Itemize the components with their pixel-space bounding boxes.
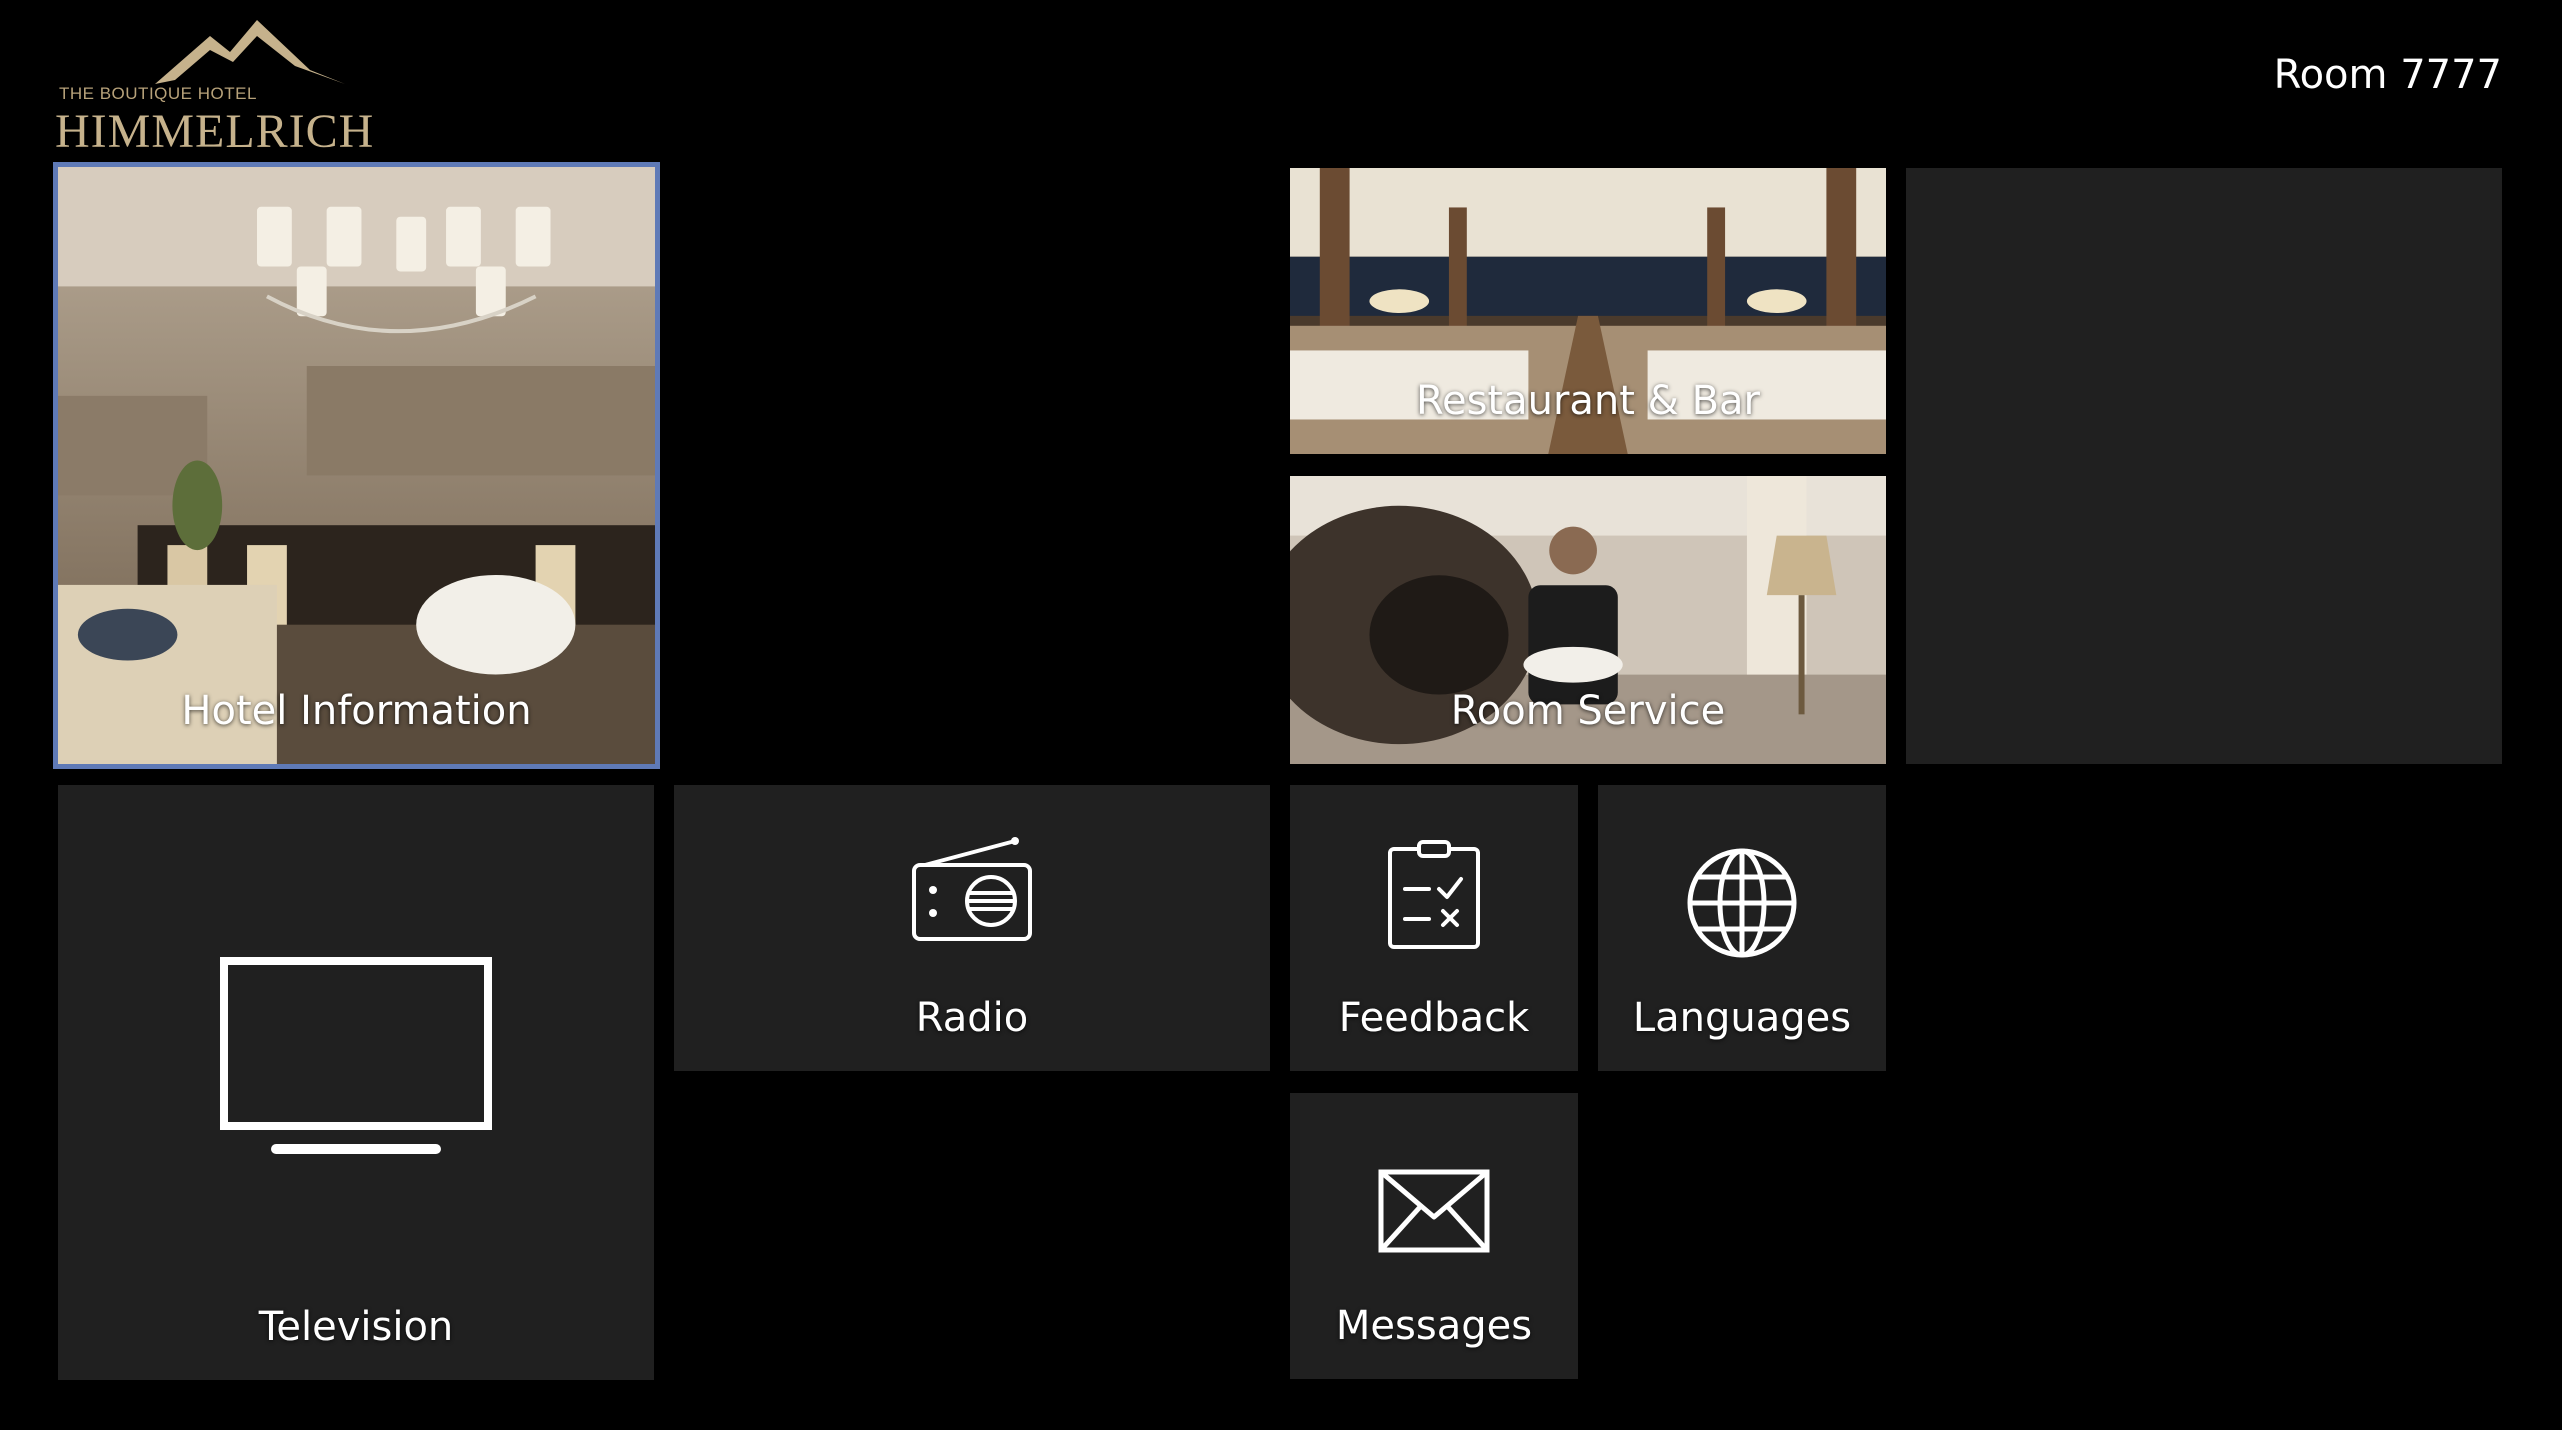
- hotel-logo: THE BOUTIQUE HOTEL HIMMELRICH: [55, 14, 373, 158]
- empty-tile: [1906, 168, 2502, 764]
- tv-icon: [220, 957, 492, 1154]
- languages-label: Languages: [1632, 995, 1852, 1041]
- feedback-label: Feedback: [1338, 995, 1530, 1041]
- messages-label: Messages: [1335, 1303, 1533, 1349]
- mountain-logo-icon: [155, 20, 345, 84]
- hotel-lobby-image: [58, 167, 655, 764]
- hotel-information-tile[interactable]: Hotel Information: [53, 162, 660, 769]
- languages-tile[interactable]: Languages: [1598, 785, 1886, 1071]
- room-number: Room 7777: [2273, 52, 2502, 98]
- envelope-icon: [1378, 1169, 1490, 1253]
- room-service-tile[interactable]: Room Service: [1290, 476, 1886, 764]
- restaurant-bar-label: Restaurant & Bar: [1415, 378, 1760, 424]
- television-tile[interactable]: Television: [58, 785, 654, 1380]
- feedback-tile[interactable]: Feedback: [1290, 785, 1578, 1071]
- radio-icon: [912, 837, 1032, 941]
- globe-icon: [1687, 848, 1797, 958]
- messages-tile[interactable]: Messages: [1290, 1093, 1578, 1379]
- room-service-label: Room Service: [1450, 688, 1726, 734]
- television-label: Television: [258, 1304, 454, 1350]
- logo-tagline: THE BOUTIQUE HOTEL: [59, 84, 257, 103]
- hotel-information-label: Hotel Information: [181, 688, 532, 734]
- radio-label: Radio: [915, 995, 1029, 1041]
- clipboard-checklist-icon: [1388, 840, 1480, 949]
- logo-name: HIMMELRICH: [55, 105, 375, 158]
- restaurant-bar-tile[interactable]: Restaurant & Bar: [1290, 168, 1886, 454]
- radio-tile[interactable]: Radio: [674, 785, 1270, 1071]
